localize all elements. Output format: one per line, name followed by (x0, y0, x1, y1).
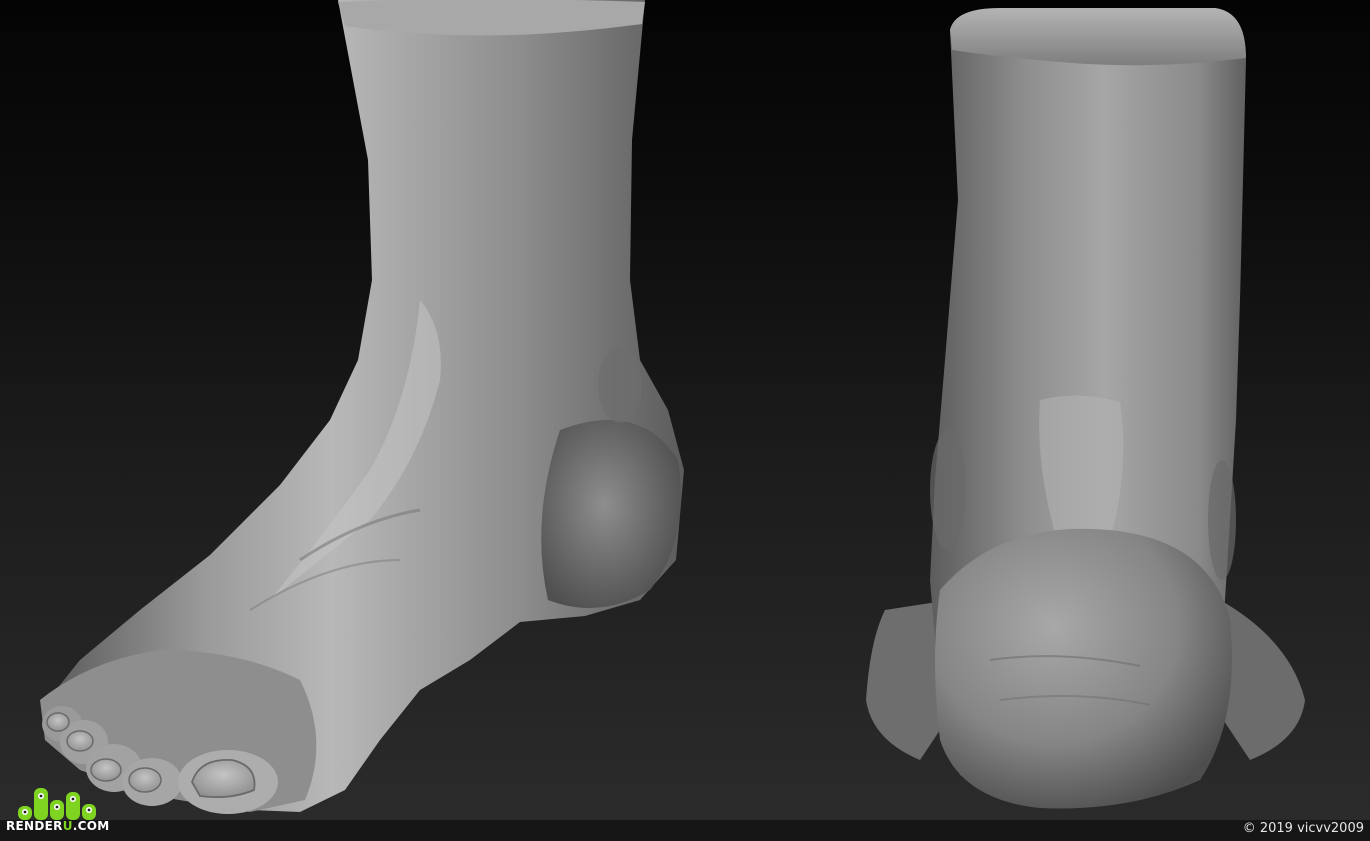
right-foot-sculpt (866, 8, 1305, 809)
logo-suffix: .COM (72, 819, 110, 833)
logo-prefix: RENDER (6, 819, 63, 833)
left-foot-sculpt (40, 0, 684, 814)
copyright-text: © 2019 vicvv2009 (1242, 821, 1364, 836)
logo-mascot-icon (18, 788, 96, 820)
logo-accent: U (62, 819, 73, 833)
sculpt-render (40, 0, 1305, 814)
footer-bar (0, 819, 1370, 841)
logo-wordmark: RENDERU.COM (6, 819, 109, 833)
render-viewport (0, 0, 1370, 840)
renderu-logo[interactable]: RENDERU.COM (6, 784, 116, 838)
